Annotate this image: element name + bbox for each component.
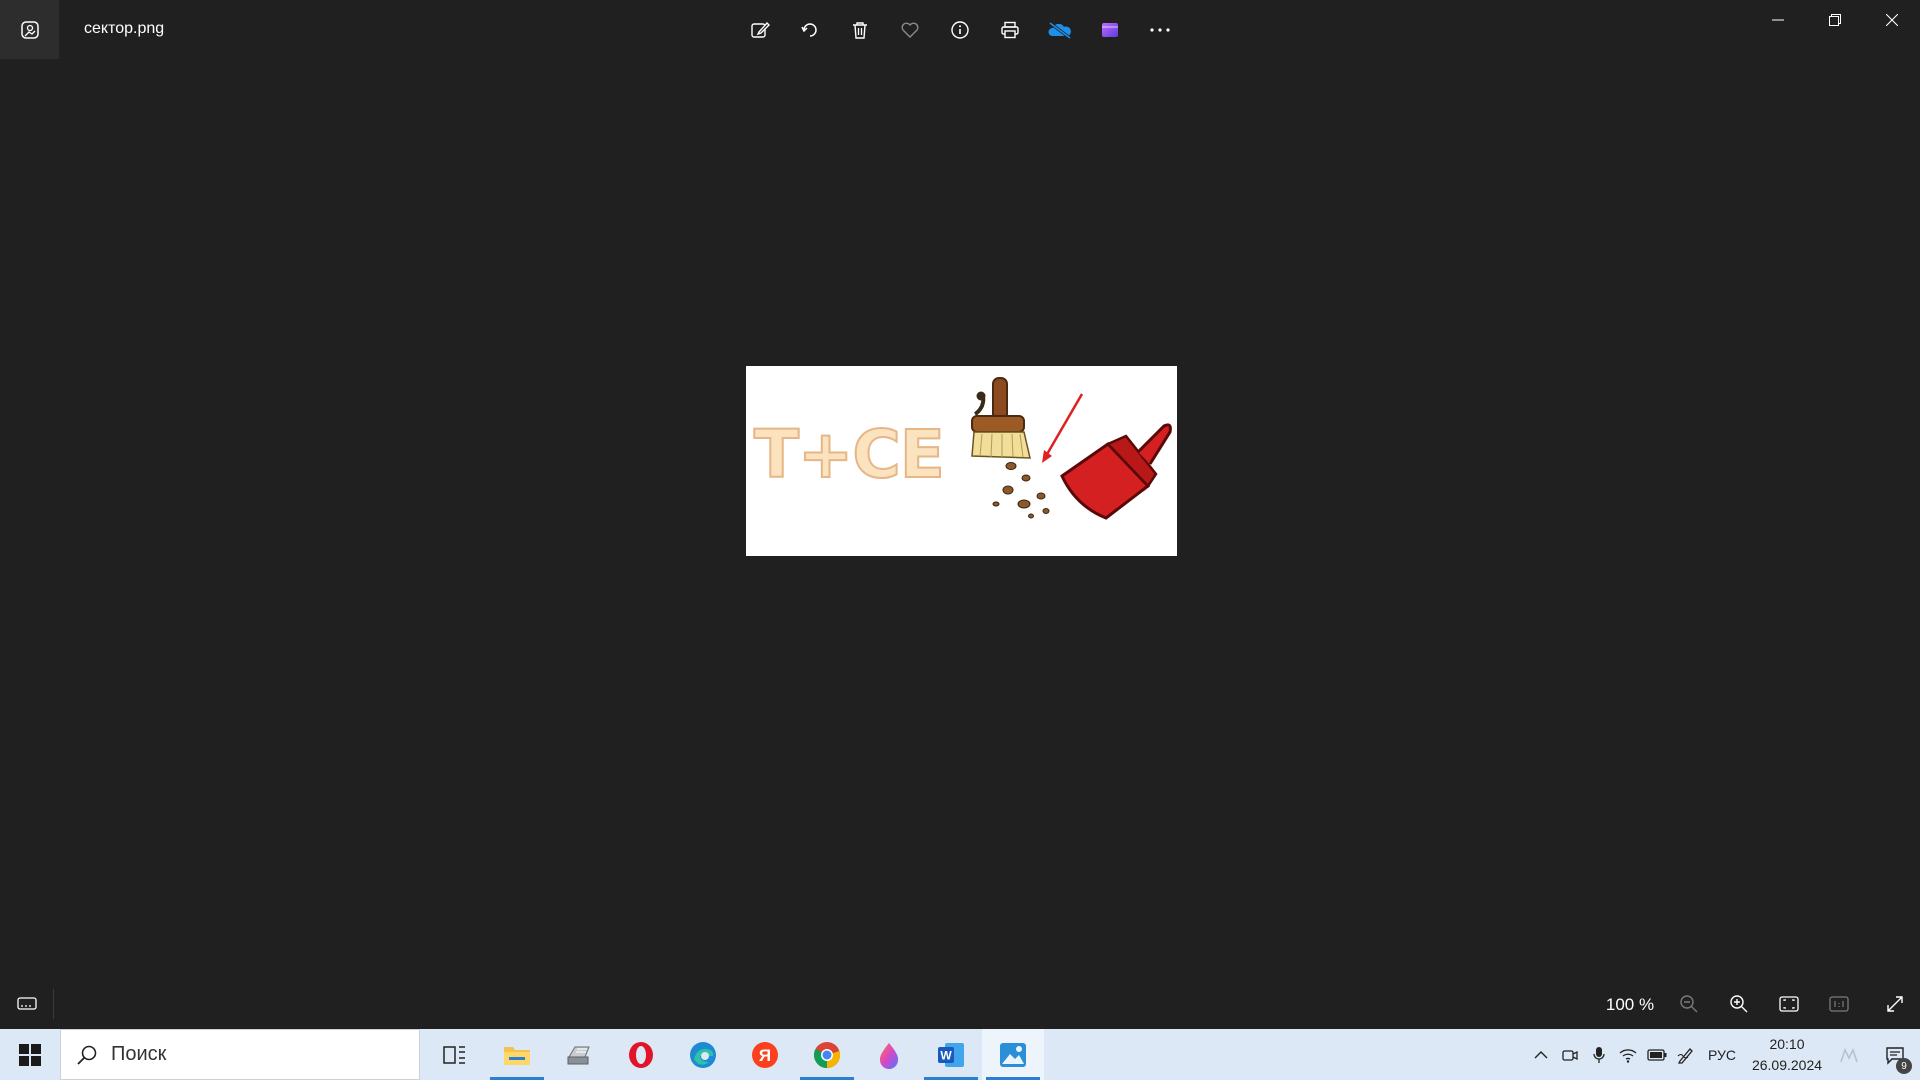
taskbar-search-box[interactable]: Поиск: [60, 1029, 420, 1080]
minimize-icon: [1771, 19, 1784, 21]
taskbar-apps: Я W: [424, 1029, 1044, 1080]
zoom-out-icon: [1680, 995, 1698, 1013]
close-button[interactable]: [1863, 0, 1920, 40]
close-icon: [1885, 14, 1898, 26]
chevron-up-icon: [1534, 1050, 1547, 1058]
file-name: сектор.png: [84, 20, 165, 37]
print-icon: [1001, 21, 1019, 39]
yandex-icon: Я: [752, 1041, 778, 1068]
bottom-bar: 100 %: [0, 979, 1920, 1029]
chrome-button[interactable]: [796, 1029, 858, 1080]
filmstrip-button[interactable]: [10, 987, 44, 1021]
fit-window-icon: [1779, 996, 1799, 1012]
clipchamp-icon: [1102, 23, 1118, 37]
actual-size-icon: [1829, 996, 1849, 1012]
clock[interactable]: 20:10 26.09.2024: [1744, 1034, 1830, 1076]
zoom-level: 100 %: [1605, 995, 1655, 1014]
camera-tray-button[interactable]: [1555, 1029, 1584, 1080]
task-view-button[interactable]: [424, 1029, 486, 1080]
zoom-in-button[interactable]: [1722, 987, 1756, 1021]
meet-now-button[interactable]: [1830, 1029, 1870, 1080]
edit-image-icon: [751, 21, 770, 38]
file-explorer-button[interactable]: [486, 1029, 548, 1080]
print-button[interactable]: [990, 10, 1030, 50]
bottom-divider: [53, 989, 54, 1019]
drop-app-icon: [879, 1042, 899, 1069]
clock-date: 26.09.2024: [1751, 1056, 1823, 1073]
restore-icon: [1828, 14, 1841, 26]
onedrive-icon: [1048, 21, 1071, 40]
scanner-app-button[interactable]: [548, 1029, 610, 1080]
onedrive-button[interactable]: [1040, 10, 1080, 50]
actual-size-button[interactable]: [1822, 987, 1856, 1021]
network-tray-button[interactable]: [1613, 1029, 1642, 1080]
favorite-button[interactable]: [890, 10, 930, 50]
microphone-icon: [1592, 1046, 1605, 1063]
windows-logo-icon: [19, 1043, 41, 1066]
opera-icon: [629, 1041, 653, 1068]
edge-icon: [690, 1041, 716, 1068]
photos-app-icon[interactable]: [0, 0, 59, 59]
pen-icon: [1677, 1047, 1693, 1064]
start-button[interactable]: [0, 1029, 60, 1080]
fit-to-window-button[interactable]: [1772, 987, 1806, 1021]
scanner-icon: [567, 1046, 590, 1064]
yandex-browser-button[interactable]: Я: [734, 1029, 796, 1080]
displayed-image: Т+СЕ: [746, 366, 1177, 556]
brush-dustpan-illustration: [971, 377, 1172, 520]
restore-button[interactable]: [1806, 0, 1863, 40]
title-bar: сектор.png: [0, 0, 1920, 59]
people-icon: [1840, 1047, 1858, 1062]
filmstrip-icon: [17, 997, 37, 1010]
photos-window: сектор.png Т+СЕ 100 %: [0, 0, 1920, 1029]
svg-text:Я: Я: [759, 1046, 771, 1065]
favorite-icon: [901, 22, 919, 38]
opera-button[interactable]: [610, 1029, 672, 1080]
photos-icon: [1000, 1042, 1026, 1067]
drop-app-button[interactable]: [858, 1029, 920, 1080]
task-view-icon: [443, 1045, 465, 1064]
notification-count-badge: 9: [1896, 1058, 1912, 1074]
camera-icon: [1561, 1049, 1578, 1061]
clock-time: 20:10: [1769, 1035, 1805, 1052]
rotate-icon: [801, 23, 817, 37]
delete-button[interactable]: [840, 10, 880, 50]
zoom-out-button[interactable]: [1672, 987, 1706, 1021]
pen-tray-button[interactable]: [1671, 1029, 1700, 1080]
delete-icon: [853, 22, 867, 39]
microphone-tray-button[interactable]: [1584, 1029, 1613, 1080]
zoom-in-icon: [1730, 995, 1748, 1013]
taskbar: Поиск Я W РУС 20:10 26.09.2024 9: [0, 1029, 1920, 1080]
battery-icon: [1646, 1048, 1666, 1061]
photos-button[interactable]: [982, 1029, 1044, 1080]
file-explorer-icon: [504, 1046, 530, 1065]
edit-image-button[interactable]: [740, 10, 780, 50]
word-icon: W: [938, 1042, 964, 1067]
info-button[interactable]: [940, 10, 980, 50]
toolbar: [740, 10, 1180, 50]
system-tray: РУС 20:10 26.09.2024 9: [1526, 1029, 1920, 1080]
clipchamp-button[interactable]: [1090, 10, 1130, 50]
edge-button[interactable]: [672, 1029, 734, 1080]
minimize-button[interactable]: [1749, 0, 1806, 40]
more-icon: [1150, 28, 1170, 32]
info-icon: [951, 21, 969, 39]
more-button[interactable]: [1140, 10, 1180, 50]
search-placeholder: Поиск: [111, 1043, 167, 1065]
full-screen-button[interactable]: [1878, 987, 1912, 1021]
word-button[interactable]: W: [920, 1029, 982, 1080]
notification-center-button[interactable]: 9: [1870, 1029, 1920, 1080]
input-language[interactable]: РУС: [1700, 1047, 1744, 1063]
window-controls: [1749, 0, 1920, 40]
battery-tray-button[interactable]: [1642, 1029, 1671, 1080]
full-screen-icon: [1887, 996, 1903, 1012]
show-hidden-icons-button[interactable]: [1526, 1029, 1555, 1080]
search-icon: [75, 1043, 99, 1067]
svg-text:W: W: [940, 1048, 952, 1062]
wifi-icon: [1619, 1048, 1636, 1063]
chrome-icon: [814, 1041, 841, 1068]
rotate-button[interactable]: [790, 10, 830, 50]
